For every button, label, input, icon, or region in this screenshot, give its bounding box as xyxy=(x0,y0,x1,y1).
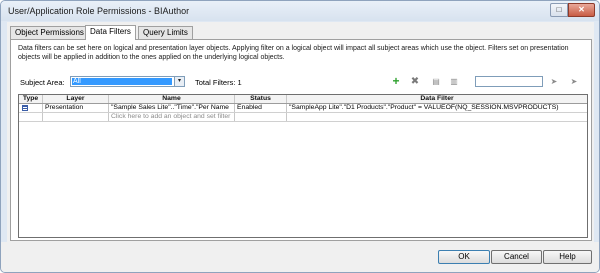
column-header-status[interactable]: Status xyxy=(235,95,287,103)
column-header-type[interactable]: Type xyxy=(19,95,43,103)
copy-filter-icon[interactable]: ▥ xyxy=(448,76,460,87)
empty-cell xyxy=(235,113,287,121)
find-next-icon[interactable]: ➤ xyxy=(568,76,580,87)
edit-filter-icon[interactable]: ▤ xyxy=(430,76,442,87)
status-cell[interactable]: Enabled xyxy=(235,104,287,112)
tab-object-permissions[interactable]: Object Permissions xyxy=(10,26,89,39)
presentation-table-icon xyxy=(22,105,28,111)
add-filter-icon[interactable]: + xyxy=(390,75,402,87)
window-title: User/Application Role Permissions - BIAu… xyxy=(8,6,190,16)
data-filter-grid: Type Layer Name Status Data Filter Prese… xyxy=(18,94,588,238)
chevron-down-icon[interactable]: ▾ xyxy=(174,77,184,86)
add-row[interactable]: Click here to add an object and set filt… xyxy=(19,113,587,122)
title-bar[interactable]: User/Application Role Permissions - BIAu… xyxy=(1,1,599,21)
data-filters-panel: Data filters can be set here on logical … xyxy=(10,39,592,241)
subject-area-label: Subject Area: xyxy=(20,78,65,87)
name-cell[interactable]: "Sample Sales Lite".."Time"."Per Name xyxy=(109,104,235,112)
help-button[interactable]: Help xyxy=(543,250,592,264)
data-filter-cell[interactable]: "SampleApp Lite"."D1 Products"."Product"… xyxy=(287,104,587,112)
table-row[interactable]: Presentation "Sample Sales Lite".."Time"… xyxy=(19,104,587,113)
empty-cell xyxy=(19,113,43,121)
subject-area-dropdown[interactable]: All ▾ xyxy=(70,76,185,87)
button-bar: OK Cancel Help xyxy=(1,242,599,272)
cancel-button[interactable]: Cancel xyxy=(491,250,542,264)
description-text: Data filters can be set here on logical … xyxy=(18,45,569,61)
column-header-name[interactable]: Name xyxy=(109,95,235,103)
grid-header: Type Layer Name Status Data Filter xyxy=(19,95,587,104)
maximize-button[interactable]: □ xyxy=(550,3,568,17)
tab-query-limits[interactable]: Query Limits xyxy=(138,26,193,39)
find-icon[interactable]: ➤ xyxy=(548,76,560,87)
ok-button[interactable]: OK xyxy=(438,250,490,264)
total-filters-label: Total Filters: 1 xyxy=(195,78,242,87)
empty-cell xyxy=(43,113,109,121)
add-object-hint[interactable]: Click here to add an object and set filt… xyxy=(109,113,235,121)
layer-cell[interactable]: Presentation xyxy=(43,104,109,112)
close-button[interactable]: ✕ xyxy=(568,3,595,17)
column-header-layer[interactable]: Layer xyxy=(43,95,109,103)
empty-cell xyxy=(287,113,587,121)
tab-data-filters[interactable]: Data Filters xyxy=(85,25,136,40)
type-cell xyxy=(19,104,43,112)
search-input[interactable] xyxy=(475,76,543,87)
dialog-client-area: Object Permissions Data Filters Query Li… xyxy=(7,22,594,242)
dialog-window: User/Application Role Permissions - BIAu… xyxy=(0,0,600,273)
subject-area-value: All xyxy=(72,78,172,85)
delete-filter-icon[interactable]: ✖ xyxy=(409,76,421,87)
column-header-data-filter[interactable]: Data Filter xyxy=(287,95,587,103)
